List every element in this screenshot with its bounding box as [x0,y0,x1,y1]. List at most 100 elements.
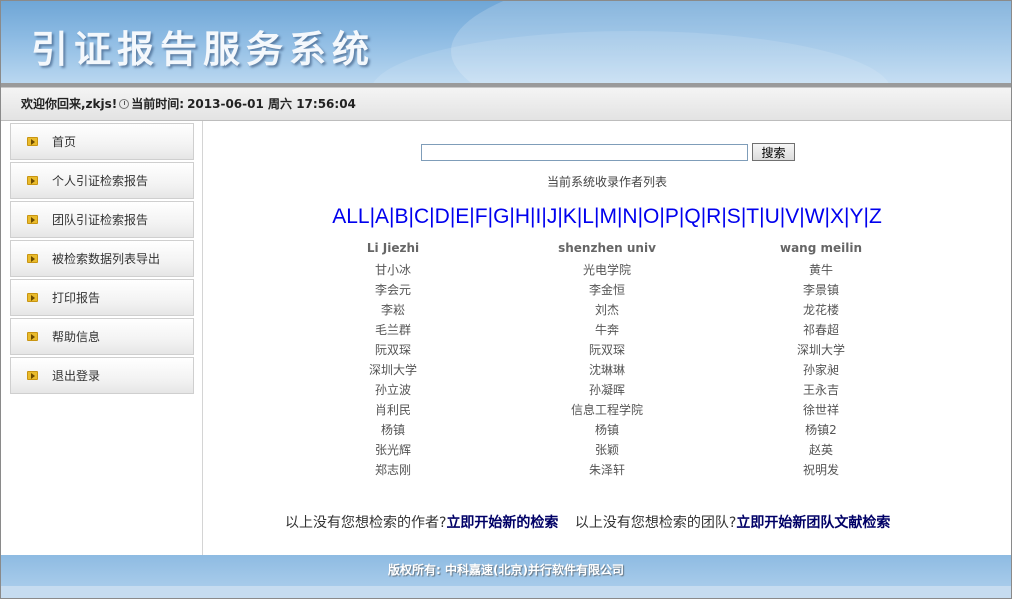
sidebar-item-label: 打印报告 [52,291,101,305]
time-label: 当前时间: [131,97,185,111]
team-prompt-text: 以上没有您想检索的团队? [574,515,737,531]
author-item[interactable]: 祝明发 [721,460,921,480]
alphabet-link-a[interactable]: A [375,205,389,228]
search-bar: 搜索 [421,143,795,161]
author-column-header: Li Jiezhi [366,241,420,255]
new-author-search-link[interactable]: 立即开始新的检索 [446,515,558,531]
sidebar-item-help[interactable]: 帮助信息 [10,318,194,355]
author-item[interactable]: 徐世祥 [721,400,921,420]
author-item[interactable]: 毛兰群 [293,320,493,340]
arrow-icon [27,293,38,302]
sidebar: 首页 个人引证检索报告 团队引证检索报告 被检索数据列表导出 打印报告 帮助信息… [10,123,194,396]
header-banner: 引证报告服务系统 [1,1,1011,83]
author-item[interactable]: 刘杰 [507,300,707,320]
alphabet-link-e[interactable]: E [455,205,469,228]
alphabet-link-w[interactable]: W [805,205,825,228]
alphabet-link-c[interactable]: C [414,205,429,228]
author-item[interactable]: 李会元 [293,280,493,300]
alphabet-link-t[interactable]: T [746,205,759,228]
search-button[interactable]: 搜索 [752,143,795,161]
sidebar-item-home[interactable]: 首页 [10,123,194,160]
author-item[interactable]: 祁春超 [721,320,921,340]
alphabet-link-g[interactable]: G [493,205,509,228]
alphabet-link-x[interactable]: X [830,205,844,228]
author-column: wang meilin 黄牛 李景镇 龙花楼 祁春超 深圳大学 孙家昶 王永吉 徐世祥 杨镇2 赵… [721,240,921,480]
sidebar-item-export-list[interactable]: 被检索数据列表导出 [10,240,194,277]
author-item[interactable]: 李景镇 [721,280,921,300]
alphabet-link-p[interactable]: P [665,205,679,228]
sidebar-item-label: 团队引证检索报告 [52,213,149,227]
alphabet-link-m[interactable]: M [599,205,617,228]
search-input[interactable] [421,143,748,161]
author-item[interactable]: 杨镇2 [721,420,921,440]
author-item[interactable]: 信息工程学院 [507,400,707,420]
alphabet-link-n[interactable]: N [622,205,637,228]
sidebar-item-label: 帮助信息 [52,330,101,344]
sidebar-item-personal-report[interactable]: 个人引证检索报告 [10,162,194,199]
author-item[interactable]: 孙立波 [293,380,493,400]
author-item[interactable]: 黄牛 [721,260,921,280]
alphabet-link-y[interactable]: Y [849,205,863,228]
alphabet-link-j[interactable]: J [547,205,558,228]
author-item[interactable]: 张光辉 [293,440,493,460]
footer-strip [1,586,1011,598]
author-item[interactable]: 王永吉 [721,380,921,400]
arrow-icon [27,254,38,263]
author-item[interactable]: 杨镇 [293,420,493,440]
alphabet-link-b[interactable]: B [395,205,409,228]
author-item[interactable]: 阮双琛 [293,340,493,360]
app-title: 引证报告服务系统 [31,28,375,71]
sidebar-item-label: 首页 [52,135,77,149]
author-item[interactable]: 孙凝晖 [507,380,707,400]
alphabet-link-o[interactable]: O [643,205,659,228]
author-item[interactable]: 肖利民 [293,400,493,420]
author-item[interactable]: 郑志刚 [293,460,493,480]
alphabet-link-q[interactable]: Q [684,205,700,228]
author-item[interactable]: 张颖 [507,440,707,460]
alphabet-link-all[interactable]: ALL [332,205,369,228]
alphabet-link-k[interactable]: K [563,205,577,228]
sidebar-item-print-report[interactable]: 打印报告 [10,279,194,316]
main-content: 搜索 当前系统收录作者列表 ALL|A|B|C|D|E|F|G|H|I|J|K|… [203,121,1011,555]
author-item[interactable]: 李崧 [293,300,493,320]
author-item[interactable]: 孙家昶 [721,360,921,380]
author-item[interactable]: 李金恒 [507,280,707,300]
author-column: Li Jiezhi 甘小冰 李会元 李崧 毛兰群 阮双琛 深圳大学 孙立波 肖利民 杨镇 张光辉郑… [293,240,493,480]
author-item[interactable]: 杨镇 [507,420,707,440]
author-item[interactable]: 深圳大学 [721,340,921,360]
author-item[interactable]: 龙花楼 [721,300,921,320]
author-prompt-text: 以上没有您想检索的作者? [285,515,447,531]
alphabet-link-s[interactable]: S [727,205,741,228]
status-bar: 欢迎你回来,zkjs! 当前时间: 2013-06-01 周六 17:56:04 [1,83,1011,121]
author-item[interactable]: 阮双琛 [507,340,707,360]
alphabet-filter: ALL|A|B|C|D|E|F|G|H|I|J|K|L|M|N|O|P|Q|R|… [203,205,1011,229]
alphabet-link-u[interactable]: U [765,205,780,228]
author-item[interactable]: 牛奔 [507,320,707,340]
search-prompts: 以上没有您想检索的作者?立即开始新的检索 以上没有您想检索的团队?立即开始新团队… [285,515,935,532]
alphabet-link-v[interactable]: V [785,205,799,228]
author-column: shenzhen univ 光电学院 李金恒 刘杰 牛奔 阮双琛 沈琳琳 孙凝晖 信息工程学院… [507,240,707,480]
welcome-text: 欢迎你回来,zkjs! [21,97,118,111]
arrow-icon [27,176,38,185]
new-team-search-link[interactable]: 立即开始新团队文献检索 [736,515,890,531]
sidebar-item-logout[interactable]: 退出登录 [10,357,194,394]
clock-icon [119,98,130,109]
author-column-header: wang meilin [779,241,863,255]
alphabet-link-d[interactable]: D [435,205,450,228]
alphabet-link-f[interactable]: F [475,205,488,228]
alphabet-link-l[interactable]: L [582,205,594,228]
alphabet-link-h[interactable]: H [515,205,530,228]
author-item[interactable]: 深圳大学 [293,360,493,380]
time-value: 2013-06-01 周六 17:56:04 [187,97,356,111]
author-item[interactable]: 沈琳琳 [507,360,707,380]
author-item[interactable]: 朱泽轩 [507,460,707,480]
sidebar-item-team-report[interactable]: 团队引证检索报告 [10,201,194,238]
copyright-text: 版权所有: 中科嘉速(北京)并行软件有限公司 [388,563,624,577]
author-item[interactable]: 甘小冰 [293,260,493,280]
welcome-message: 欢迎你回来,zkjs! 当前时间: 2013-06-01 周六 17:56:04 [21,95,356,112]
alphabet-link-r[interactable]: R [706,205,721,228]
sidebar-item-label: 个人引证检索报告 [52,174,149,188]
alphabet-link-z[interactable]: Z [869,205,882,228]
author-item[interactable]: 光电学院 [507,260,707,280]
author-item[interactable]: 赵英 [721,440,921,460]
